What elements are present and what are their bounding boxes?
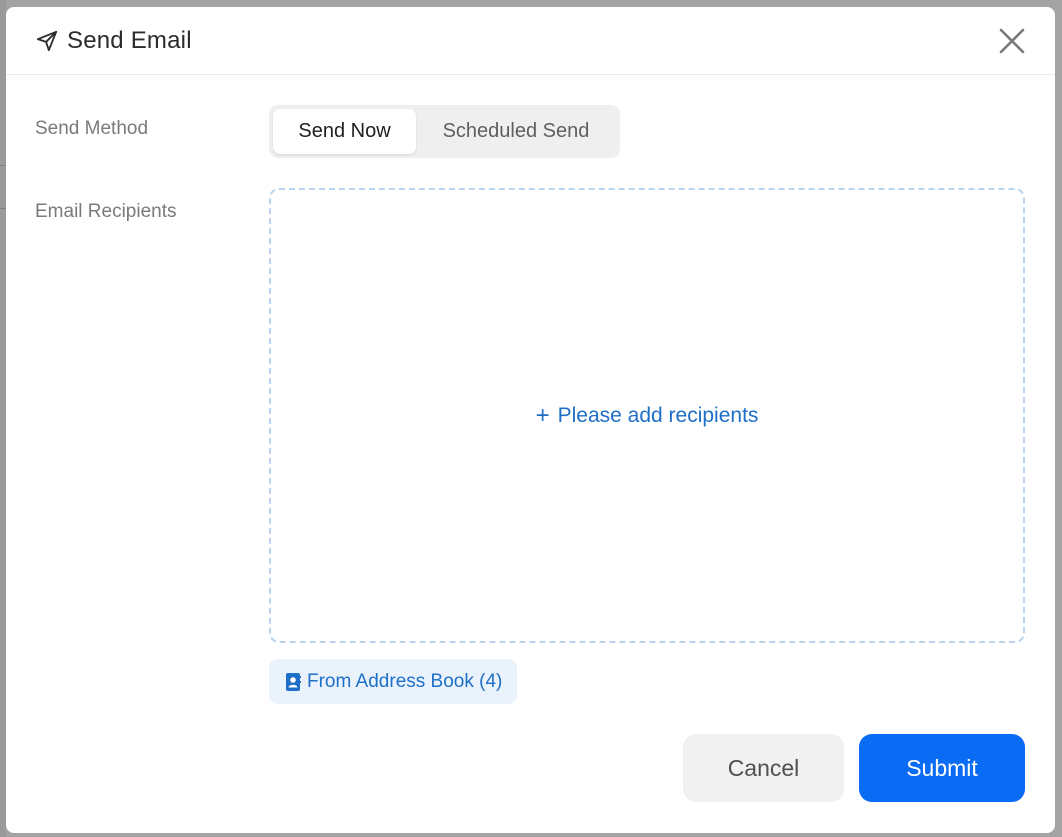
add-recipients-text: Please add recipients: [557, 403, 759, 427]
contact-book-icon: [285, 672, 301, 691]
cancel-button[interactable]: Cancel: [683, 734, 844, 802]
recipients-drop-zone[interactable]: + Please add recipients: [269, 188, 1025, 643]
scheduled-send-option[interactable]: Scheduled Send: [416, 109, 616, 154]
send-method-segmented-control: Send Now Scheduled Send: [269, 105, 620, 158]
email-recipients-label: Email Recipients: [35, 201, 177, 222]
add-recipients-link[interactable]: + Please add recipients: [535, 401, 759, 429]
paper-plane-icon: [36, 30, 58, 52]
dialog-header: Send Email: [6, 7, 1055, 75]
close-button[interactable]: [995, 24, 1029, 58]
submit-button[interactable]: Submit: [859, 734, 1025, 802]
plus-icon: +: [535, 401, 550, 429]
close-icon: [999, 28, 1025, 53]
address-book-button[interactable]: From Address Book (4): [269, 659, 517, 704]
address-book-label: From Address Book (4): [307, 670, 503, 692]
dialog-title: Send Email: [67, 26, 192, 54]
send-method-label: Send Method: [35, 118, 149, 139]
send-email-dialog: Send Email Send Method Send Now Schedule…: [6, 7, 1055, 833]
send-now-option[interactable]: Send Now: [273, 109, 416, 154]
